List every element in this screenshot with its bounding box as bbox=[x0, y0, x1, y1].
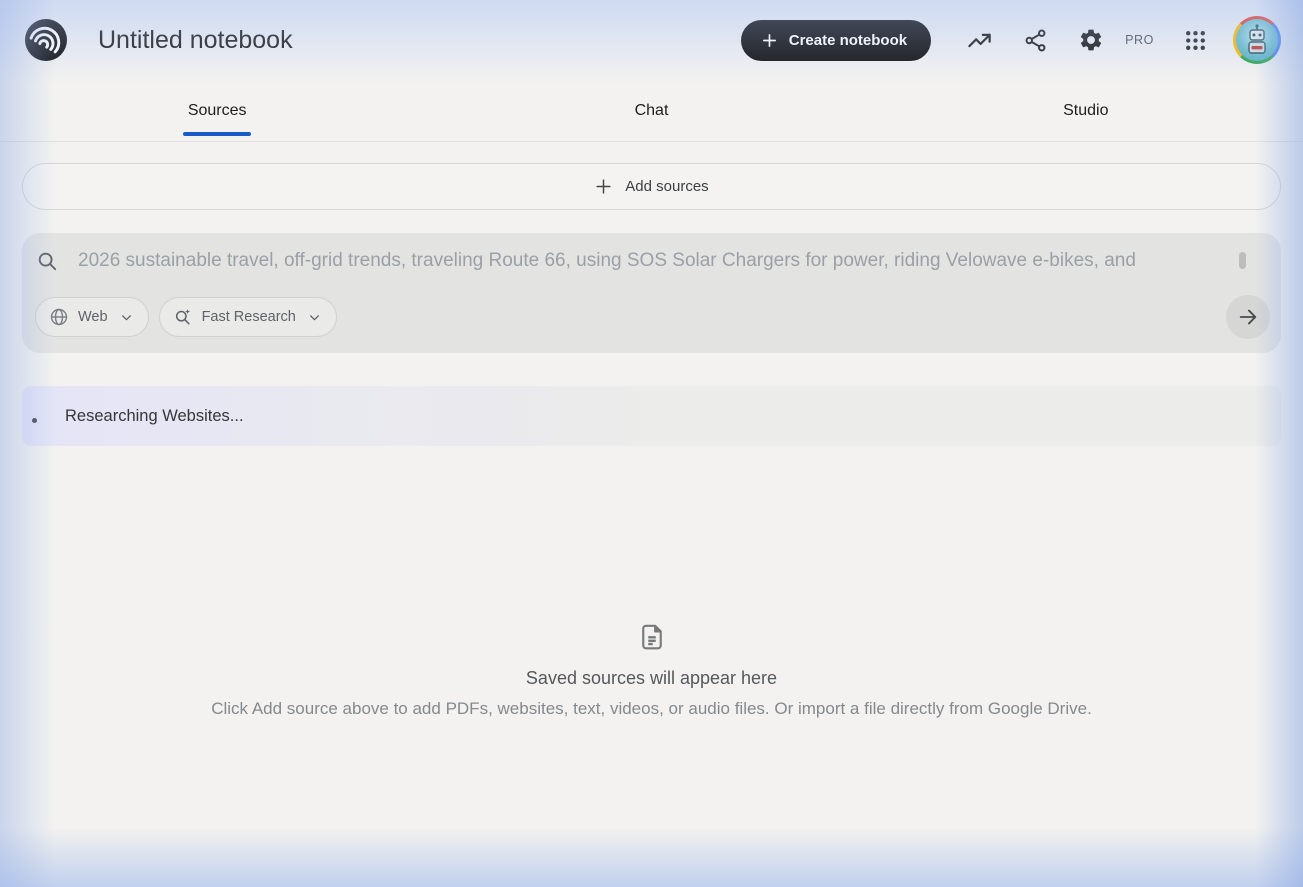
create-notebook-button[interactable]: Create notebook bbox=[740, 19, 932, 61]
gear-icon bbox=[1078, 27, 1104, 53]
chevron-down-icon bbox=[120, 311, 133, 324]
submit-research-button[interactable] bbox=[1226, 295, 1270, 339]
research-status-banner: Researching Websites... bbox=[22, 386, 1281, 446]
plus-icon bbox=[594, 177, 613, 196]
input-scrollbar-thumb[interactable] bbox=[1239, 252, 1246, 269]
sources-empty-state: Saved sources will appear here Click Add… bbox=[22, 622, 1281, 719]
arrow-right-icon bbox=[1237, 306, 1259, 328]
empty-state-description: Click Add source above to add PDFs, webs… bbox=[211, 699, 1092, 718]
share-nodes-icon bbox=[1023, 28, 1048, 53]
notebook-tabs: Sources Chat Studio bbox=[0, 80, 1303, 142]
tab-chat[interactable]: Chat bbox=[434, 80, 868, 141]
document-lines-icon bbox=[637, 622, 667, 652]
tab-studio[interactable]: Studio bbox=[869, 80, 1303, 141]
tab-sources-label: Sources bbox=[187, 101, 247, 119]
add-sources-label: Add sources bbox=[625, 178, 709, 195]
magnifier-sparkle-icon bbox=[173, 307, 193, 327]
research-mode-chip-label: Fast Research bbox=[201, 309, 296, 325]
create-notebook-label: Create notebook bbox=[788, 31, 908, 49]
research-mode-chip[interactable]: Fast Research bbox=[158, 297, 337, 337]
grid-3x3-icon bbox=[1183, 28, 1208, 53]
notebook-title[interactable]: Untitled notebook bbox=[98, 26, 293, 55]
settings-button[interactable] bbox=[1078, 27, 1104, 53]
trending-up-icon bbox=[966, 27, 993, 54]
chevron-down-icon bbox=[308, 311, 321, 324]
add-sources-button[interactable]: Add sources bbox=[22, 163, 1281, 210]
tab-sources[interactable]: Sources bbox=[0, 80, 434, 141]
account-avatar[interactable] bbox=[1233, 16, 1281, 64]
search-controls: Web Fast Research bbox=[35, 295, 1270, 339]
analytics-button[interactable] bbox=[966, 27, 993, 54]
apps-grid-button[interactable] bbox=[1183, 28, 1208, 53]
header-actions: Create notebook PRO bbox=[740, 16, 1281, 64]
plus-icon bbox=[761, 32, 778, 49]
globe-icon bbox=[49, 307, 69, 327]
magnifier-icon bbox=[36, 250, 58, 272]
robot-avatar-image bbox=[1236, 19, 1278, 61]
empty-state-title: Saved sources will appear here bbox=[525, 668, 778, 688]
web-source-chip[interactable]: Web bbox=[35, 297, 149, 337]
research-status-text: Researching Websites... bbox=[65, 406, 244, 425]
plan-badge: PRO bbox=[1125, 33, 1154, 47]
app-header: Untitled notebook Create notebook PRO bbox=[0, 0, 1303, 80]
research-topic-input[interactable] bbox=[78, 250, 1270, 272]
tab-chat-label: Chat bbox=[634, 101, 669, 119]
share-button[interactable] bbox=[1023, 28, 1048, 53]
discover-sources-panel: Web Fast Research bbox=[22, 233, 1281, 353]
sources-pane: Add sources Web bbox=[0, 163, 1303, 719]
web-source-chip-label: Web bbox=[78, 309, 108, 325]
notebooklm-logo-icon[interactable] bbox=[25, 19, 67, 61]
loading-dot-icon bbox=[32, 417, 37, 423]
search-row bbox=[35, 250, 1270, 272]
tab-studio-label: Studio bbox=[1063, 101, 1109, 119]
